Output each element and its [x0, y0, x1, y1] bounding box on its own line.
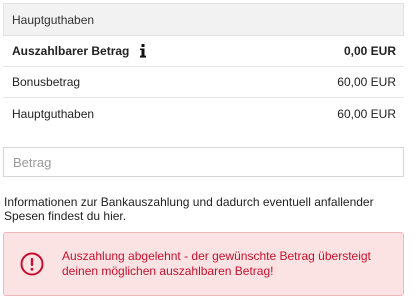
info-icon[interactable] — [137, 43, 149, 59]
row-main-balance: Hauptguthaben 60,00 EUR — [3, 98, 404, 129]
row-bonus-amount: Bonusbetrag 60,00 EUR — [3, 67, 404, 98]
amount-field-wrap — [3, 147, 404, 177]
amount-input[interactable] — [13, 154, 403, 170]
exclamation-circle-icon — [20, 252, 44, 276]
withdrawable-amount-label: Auszahlbarer Betrag — [12, 44, 130, 58]
error-alert: Auszahlung abgelehnt - der gewünschte Be… — [3, 232, 404, 296]
balance-panel-header: Hauptguthaben — [3, 3, 404, 36]
error-message: Auszahlung abgelehnt - der gewünschte Be… — [62, 249, 371, 278]
balance-panel: Hauptguthaben Auszahlbarer Betrag 0,00 E… — [3, 3, 404, 129]
bank-withdrawal-info-text: Informationen zur Bankauszahlung und dad… — [4, 195, 374, 223]
row-label-wrap: Auszahlbarer Betrag — [12, 43, 149, 59]
bonus-amount-value: 60,00 EUR — [337, 75, 396, 89]
main-balance-value: 60,00 EUR — [337, 106, 396, 121]
bonus-amount-label: Bonusbetrag — [12, 75, 81, 89]
withdrawal-page: Hauptguthaben Auszahlbarer Betrag 0,00 E… — [0, 0, 418, 302]
withdrawable-amount-value: 0,00 EUR — [343, 44, 396, 58]
panel-title: Hauptguthaben — [12, 12, 95, 27]
row-withdrawable-amount: Auszahlbarer Betrag 0,00 EUR — [3, 36, 404, 67]
main-balance-label: Hauptguthaben — [12, 106, 95, 121]
